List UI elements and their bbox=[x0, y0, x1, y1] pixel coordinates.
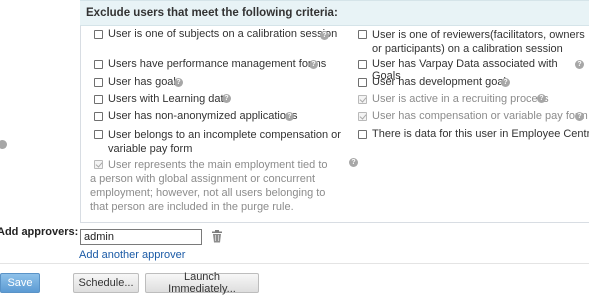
help-icon[interactable]: ? bbox=[174, 78, 183, 87]
checkbox-development-goal[interactable] bbox=[358, 78, 367, 87]
label-employee-central: There is data for this user in Employee … bbox=[372, 128, 589, 140]
help-icon[interactable]: ? bbox=[285, 112, 294, 121]
help-icon[interactable]: ? bbox=[501, 78, 510, 87]
help-icon[interactable]: ? bbox=[320, 31, 329, 40]
divider bbox=[0, 263, 589, 264]
label-has-goal: User has goal bbox=[108, 76, 176, 88]
approvers-label: Add approvers: bbox=[0, 226, 79, 238]
approver-input[interactable] bbox=[80, 229, 202, 245]
checkbox-non-anonymized[interactable] bbox=[94, 112, 103, 121]
checkbox-employee-central[interactable] bbox=[358, 130, 367, 139]
checkbox-compensation-form bbox=[358, 112, 367, 121]
add-another-approver-link[interactable]: Add another approver bbox=[79, 249, 185, 261]
criteria-header: Exclude users that meet the following cr… bbox=[80, 0, 589, 26]
checkbox-performance-forms[interactable] bbox=[94, 60, 103, 69]
checkbox-has-goal[interactable] bbox=[94, 78, 103, 87]
checkbox-calibration-subject[interactable] bbox=[94, 30, 103, 39]
trash-icon[interactable] bbox=[211, 230, 223, 243]
criteria-title: Exclude users that meet the following cr… bbox=[86, 7, 338, 19]
label-compensation-form: User has compensation or variable pay fo… bbox=[372, 110, 588, 122]
label-non-anonymized: User has non-anonymized applications bbox=[108, 110, 298, 122]
help-icon[interactable]: ? bbox=[575, 112, 584, 121]
checkbox-varpay-goals[interactable] bbox=[358, 60, 367, 69]
checkbox-recruiting-process bbox=[358, 95, 367, 104]
label-incomplete-compensation-text: User belongs to an incomplete compensati… bbox=[108, 129, 341, 155]
label-performance-forms: Users have performance management forms bbox=[108, 58, 327, 70]
help-icon[interactable]: ? bbox=[537, 94, 546, 103]
label-learning-data: Users with Learning data bbox=[108, 93, 230, 105]
label-global-assignment: User represents the main employment tied… bbox=[90, 159, 328, 213]
checkbox-learning-data[interactable] bbox=[94, 95, 103, 104]
checkbox-incomplete-compensation[interactable] bbox=[94, 130, 103, 139]
help-icon[interactable]: ? bbox=[309, 60, 318, 69]
label-recruiting-process: User is active in a recruiting process bbox=[372, 93, 549, 105]
schedule-button[interactable]: Schedule... bbox=[73, 273, 139, 293]
help-icon[interactable]: ? bbox=[575, 60, 584, 69]
label-calibration-reviewer: User is one of reviewers(facilitators, o… bbox=[372, 29, 585, 55]
label-calibration-subject: User is one of subjects on a calibration… bbox=[108, 28, 338, 40]
save-button[interactable]: Save bbox=[0, 273, 40, 293]
checkbox-calibration-reviewer[interactable] bbox=[358, 30, 367, 39]
launch-immediately-button[interactable]: Launch Immediately... bbox=[145, 271, 259, 295]
help-icon[interactable]: ? bbox=[222, 94, 231, 103]
help-icon-left bbox=[0, 140, 7, 149]
label-development-goal: User has development goal bbox=[372, 76, 506, 88]
help-icon[interactable]: ? bbox=[349, 158, 358, 167]
